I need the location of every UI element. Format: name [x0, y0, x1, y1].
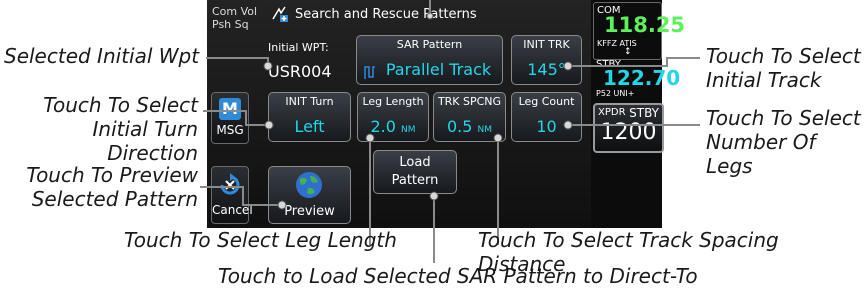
annotation-initial-turn: Touch To Select Initial Turn Direction	[8, 93, 198, 165]
annotation-preview-1: Touch To Preview	[26, 163, 198, 187]
annotation-num-legs-1: Touch To Select	[706, 106, 861, 130]
annotation-load-pattern: Touch to Load Selected SAR Pattern to Di…	[218, 264, 698, 288]
annotation-initial-track-2: Initial Track	[706, 68, 822, 92]
annotation-initial-track-1: Touch To Select	[706, 44, 861, 68]
annotation-initial-track: Touch To Select Initial Track	[706, 44, 861, 92]
annotation-preview: Touch To Preview Selected Pattern	[8, 163, 198, 211]
annotation-preview-2: Selected Pattern	[31, 187, 198, 211]
annotation-initial-turn-2: Initial Turn Direction	[92, 117, 198, 165]
annotation-selected-initial-wpt: Selected Initial Wpt	[4, 44, 200, 68]
annotation-initial-turn-1: Touch To Select	[43, 93, 198, 117]
annotation-num-legs-2: Number Of Legs	[706, 130, 816, 178]
annotation-number-of-legs: Touch To Select Number Of Legs	[706, 106, 868, 178]
annotation-leg-length: Touch To Select Leg Length	[124, 228, 397, 252]
